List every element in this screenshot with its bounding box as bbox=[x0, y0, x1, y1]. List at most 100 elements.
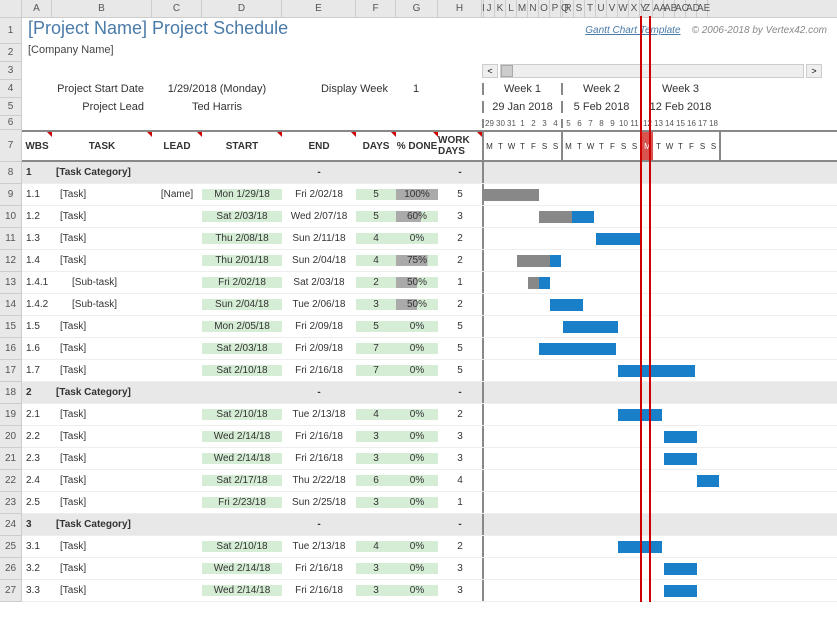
start-cell[interactable]: Wed 2/14/18 bbox=[202, 563, 282, 574]
wbs-cell[interactable]: 3.2 bbox=[22, 563, 52, 574]
row-header[interactable]: 3 bbox=[0, 62, 21, 80]
table-row[interactable]: 2.2[Task]Wed 2/14/18Fri 2/16/1830%3 bbox=[22, 426, 837, 448]
workdays-cell[interactable]: 3 bbox=[438, 585, 482, 596]
scroll-right-button[interactable]: > bbox=[806, 64, 822, 78]
days-cell[interactable]: 7 bbox=[356, 365, 396, 376]
wbs-cell[interactable]: 1.6 bbox=[22, 343, 52, 354]
table-row[interactable]: 1.6[Task]Sat 2/03/18Fri 2/09/1870%5 bbox=[22, 338, 837, 360]
pct-cell[interactable]: 0% bbox=[396, 365, 438, 376]
pct-cell[interactable]: 100% bbox=[396, 189, 438, 200]
days-cell[interactable]: 4 bbox=[356, 541, 396, 552]
scroll-left-button[interactable]: < bbox=[482, 64, 498, 78]
wbs-cell[interactable]: 3.3 bbox=[22, 585, 52, 596]
row-header[interactable]: 10 bbox=[0, 206, 21, 228]
start-cell[interactable]: Sat 2/03/18 bbox=[202, 343, 282, 354]
col-header[interactable]: S bbox=[574, 0, 585, 17]
col-header[interactable]: G bbox=[396, 0, 438, 17]
col-header[interactable]: AD bbox=[686, 0, 697, 17]
table-row[interactable]: 3.3[Task]Wed 2/14/18Fri 2/16/1830%3 bbox=[22, 580, 837, 602]
task-cell[interactable]: [Task] bbox=[52, 541, 152, 552]
row-header[interactable]: 4 bbox=[0, 80, 21, 98]
col-header[interactable]: AB bbox=[664, 0, 675, 17]
col-header[interactable]: J bbox=[484, 0, 495, 17]
pct-cell[interactable]: 0% bbox=[396, 431, 438, 442]
workdays-cell[interactable]: 5 bbox=[438, 189, 482, 200]
row-header[interactable]: 25 bbox=[0, 536, 21, 558]
wbs-cell[interactable]: 1.4.2 bbox=[22, 299, 52, 310]
start-cell[interactable]: Sat 2/17/18 bbox=[202, 475, 282, 486]
col-header[interactable]: L bbox=[506, 0, 517, 17]
start-cell[interactable]: Wed 2/14/18 bbox=[202, 585, 282, 596]
task-cell[interactable]: [Task] bbox=[52, 563, 152, 574]
end-cell[interactable]: - bbox=[282, 387, 356, 398]
table-row[interactable]: 1.2[Task]Sat 2/03/18Wed 2/07/18560%3 bbox=[22, 206, 837, 228]
end-cell[interactable]: Fri 2/16/18 bbox=[282, 585, 356, 596]
pct-cell[interactable]: 0% bbox=[396, 321, 438, 332]
end-cell[interactable]: Fri 2/09/18 bbox=[282, 343, 356, 354]
days-cell[interactable]: 5 bbox=[356, 189, 396, 200]
col-header[interactable]: T bbox=[585, 0, 596, 17]
end-cell[interactable]: Thu 2/22/18 bbox=[282, 475, 356, 486]
col-header[interactable]: V bbox=[607, 0, 618, 17]
table-row[interactable]: 2[Task Category]-- bbox=[22, 382, 837, 404]
days-cell[interactable]: 3 bbox=[356, 299, 396, 310]
pct-cell[interactable]: 0% bbox=[396, 343, 438, 354]
task-cell[interactable]: [Task] bbox=[52, 431, 152, 442]
table-row[interactable]: 1.4.2[Sub-task]Sun 2/04/18Tue 2/06/18350… bbox=[22, 294, 837, 316]
col-header[interactable]: AE bbox=[697, 0, 708, 17]
row-header[interactable]: 14 bbox=[0, 294, 21, 316]
wbs-cell[interactable]: 2 bbox=[22, 387, 52, 398]
workdays-cell[interactable]: 2 bbox=[438, 541, 482, 552]
workdays-cell[interactable]: 3 bbox=[438, 453, 482, 464]
lead-cell[interactable]: [Name] bbox=[152, 189, 202, 200]
end-cell[interactable]: Sun 2/11/18 bbox=[282, 233, 356, 244]
table-row[interactable]: 1.4[Task]Thu 2/01/18Sun 2/04/18475%2 bbox=[22, 250, 837, 272]
end-cell[interactable]: Fri 2/16/18 bbox=[282, 453, 356, 464]
days-cell[interactable]: 3 bbox=[356, 497, 396, 508]
start-cell[interactable]: Mon 2/05/18 bbox=[202, 321, 282, 332]
workdays-cell[interactable]: 5 bbox=[438, 365, 482, 376]
row-header[interactable]: 13 bbox=[0, 272, 21, 294]
col-header-% done[interactable]: % DONE bbox=[396, 132, 438, 160]
table-row[interactable]: 2.4[Task]Sat 2/17/18Thu 2/22/1860%4 bbox=[22, 470, 837, 492]
start-cell[interactable]: Sat 2/10/18 bbox=[202, 541, 282, 552]
row-header[interactable]: 24 bbox=[0, 514, 21, 536]
table-row[interactable]: 3.2[Task]Wed 2/14/18Fri 2/16/1830%3 bbox=[22, 558, 837, 580]
table-row[interactable]: 1.1[Task][Name]Mon 1/29/18Fri 2/02/18510… bbox=[22, 184, 837, 206]
col-header[interactable]: M bbox=[517, 0, 528, 17]
col-header-work days[interactable]: WORK DAYS bbox=[438, 132, 482, 160]
wbs-cell[interactable]: 1.5 bbox=[22, 321, 52, 332]
days-cell[interactable]: 6 bbox=[356, 475, 396, 486]
table-row[interactable]: 3[Task Category]-- bbox=[22, 514, 837, 536]
table-row[interactable]: 1[Task Category]-- bbox=[22, 162, 837, 184]
pct-cell[interactable]: 50% bbox=[396, 277, 438, 288]
pct-cell[interactable]: 75% bbox=[396, 255, 438, 266]
table-row[interactable]: 1.3[Task]Thu 2/08/18Sun 2/11/1840%2 bbox=[22, 228, 837, 250]
task-cell[interactable]: [Task] bbox=[52, 255, 152, 266]
task-cell[interactable]: [Task] bbox=[52, 189, 152, 200]
week-scrollbar[interactable]: < > bbox=[482, 62, 822, 80]
start-cell[interactable]: Wed 2/14/18 bbox=[202, 453, 282, 464]
workdays-cell[interactable]: 2 bbox=[438, 409, 482, 420]
col-header-task[interactable]: TASK bbox=[52, 132, 152, 160]
table-row[interactable]: 1.4.1[Sub-task]Fri 2/02/18Sat 2/03/18250… bbox=[22, 272, 837, 294]
start-cell[interactable]: Wed 2/14/18 bbox=[202, 431, 282, 442]
end-cell[interactable]: Sun 2/04/18 bbox=[282, 255, 356, 266]
workdays-cell[interactable]: 3 bbox=[438, 211, 482, 222]
scroll-thumb[interactable] bbox=[501, 65, 513, 77]
workdays-cell[interactable]: 3 bbox=[438, 431, 482, 442]
days-cell[interactable]: 7 bbox=[356, 343, 396, 354]
workdays-cell[interactable]: - bbox=[438, 387, 482, 398]
days-cell[interactable]: 2 bbox=[356, 277, 396, 288]
wbs-cell[interactable]: 1.1 bbox=[22, 189, 52, 200]
display-week-value[interactable]: 1 bbox=[396, 83, 436, 95]
end-cell[interactable]: Fri 2/16/18 bbox=[282, 563, 356, 574]
col-header-end[interactable]: END bbox=[282, 132, 356, 160]
task-cell[interactable]: [Task Category] bbox=[52, 519, 152, 530]
row-header[interactable]: 21 bbox=[0, 448, 21, 470]
wbs-cell[interactable]: 2.2 bbox=[22, 431, 52, 442]
pct-cell[interactable]: 0% bbox=[396, 585, 438, 596]
workdays-cell[interactable]: 3 bbox=[438, 563, 482, 574]
start-cell[interactable]: Mon 1/29/18 bbox=[202, 189, 282, 200]
wbs-cell[interactable]: 1.7 bbox=[22, 365, 52, 376]
